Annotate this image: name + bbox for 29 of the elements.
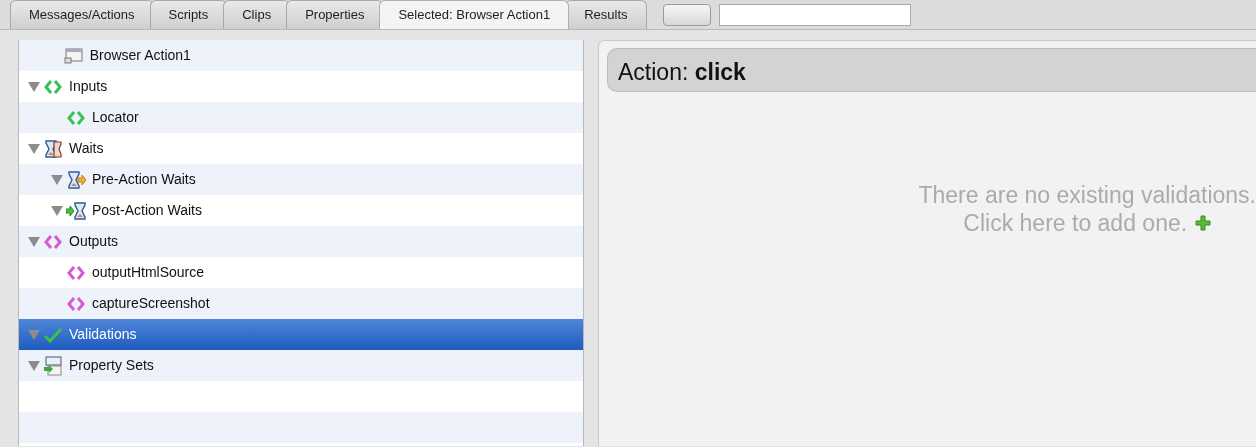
- collapse-triangle-icon[interactable]: [27, 142, 41, 155]
- tab[interactable]: Selected: Browser Action1: [379, 0, 570, 29]
- collapse-triangle-icon[interactable]: [27, 328, 41, 341]
- collapse-triangle-icon[interactable]: [27, 235, 41, 248]
- tree-item[interactable]: Validations: [19, 319, 583, 350]
- toolbar-button[interactable]: [662, 4, 711, 26]
- browser-window-icon: [63, 45, 84, 66]
- property-sheet-icon: [43, 355, 63, 376]
- tree-item[interactable]: captureScreenshot: [19, 288, 583, 319]
- collapse-triangle-icon[interactable]: [50, 204, 64, 217]
- tree-item[interactable]: Inputs: [19, 71, 583, 102]
- tree-item[interactable]: Property Sets: [19, 350, 583, 381]
- empty-message: There are no existing validations.: [918, 182, 1256, 210]
- tree-item[interactable]: outputHtmlSource: [19, 257, 583, 288]
- hourglass-arrow-icon: [66, 200, 86, 221]
- collapse-triangle-icon[interactable]: [50, 173, 64, 186]
- hourglass-arrow-icon: [66, 169, 86, 190]
- plus-icon[interactable]: [1195, 215, 1212, 232]
- hourglass-icon: [43, 138, 63, 159]
- tree-item[interactable]: Post-Action Waits: [19, 195, 583, 226]
- tree-item[interactable]: Browser Action1: [19, 40, 583, 71]
- tree-item[interactable]: Outputs: [19, 226, 583, 257]
- collapse-triangle-icon[interactable]: [27, 80, 41, 93]
- tree-item[interactable]: Locator: [19, 102, 583, 133]
- tree-item[interactable]: Pre-Action Waits: [19, 164, 583, 195]
- search-field[interactable]: [718, 4, 911, 26]
- collapse-triangle-icon[interactable]: [27, 359, 41, 372]
- action-title: Action: click: [607, 48, 1256, 92]
- tree-item[interactable]: Waits: [19, 133, 583, 164]
